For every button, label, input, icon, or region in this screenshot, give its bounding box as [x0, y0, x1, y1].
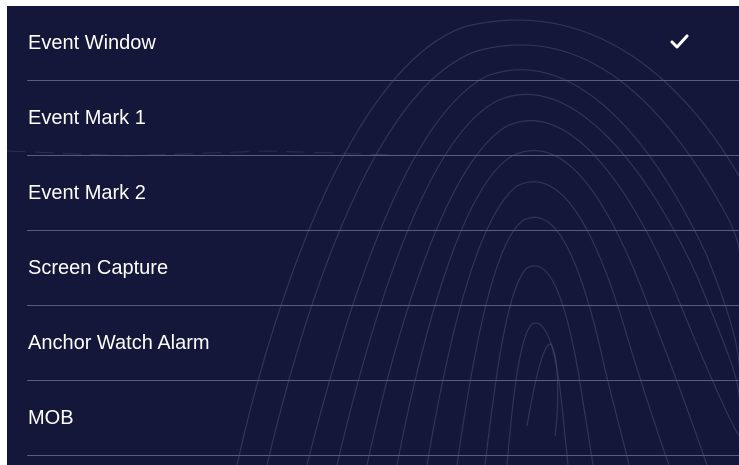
checkmark-icon [670, 34, 689, 49]
menu-item-label: Screen Capture [28, 257, 169, 279]
menu-item-screen-capture[interactable]: Screen Capture [7, 231, 739, 306]
menu-item-anchor-watch-alarm[interactable]: Anchor Watch Alarm [7, 306, 739, 381]
menu-item-label: Event Mark 1 [28, 107, 146, 129]
menu-item-label: Event Mark 2 [28, 182, 146, 204]
menu-panel: Event Window Event Mark 1 Event Mark 2 S… [7, 6, 739, 465]
menu-item-mob[interactable]: MOB [7, 381, 739, 456]
divider [27, 455, 739, 456]
menu-item-label: Anchor Watch Alarm [28, 332, 210, 354]
menu-list: Event Window Event Mark 1 Event Mark 2 S… [7, 6, 739, 456]
menu-item-event-mark-2[interactable]: Event Mark 2 [7, 156, 739, 231]
menu-item-event-mark-1[interactable]: Event Mark 1 [7, 81, 739, 156]
menu-item-label: Event Window [28, 32, 156, 54]
menu-item-event-window[interactable]: Event Window [7, 6, 739, 81]
menu-item-label: MOB [28, 407, 74, 429]
